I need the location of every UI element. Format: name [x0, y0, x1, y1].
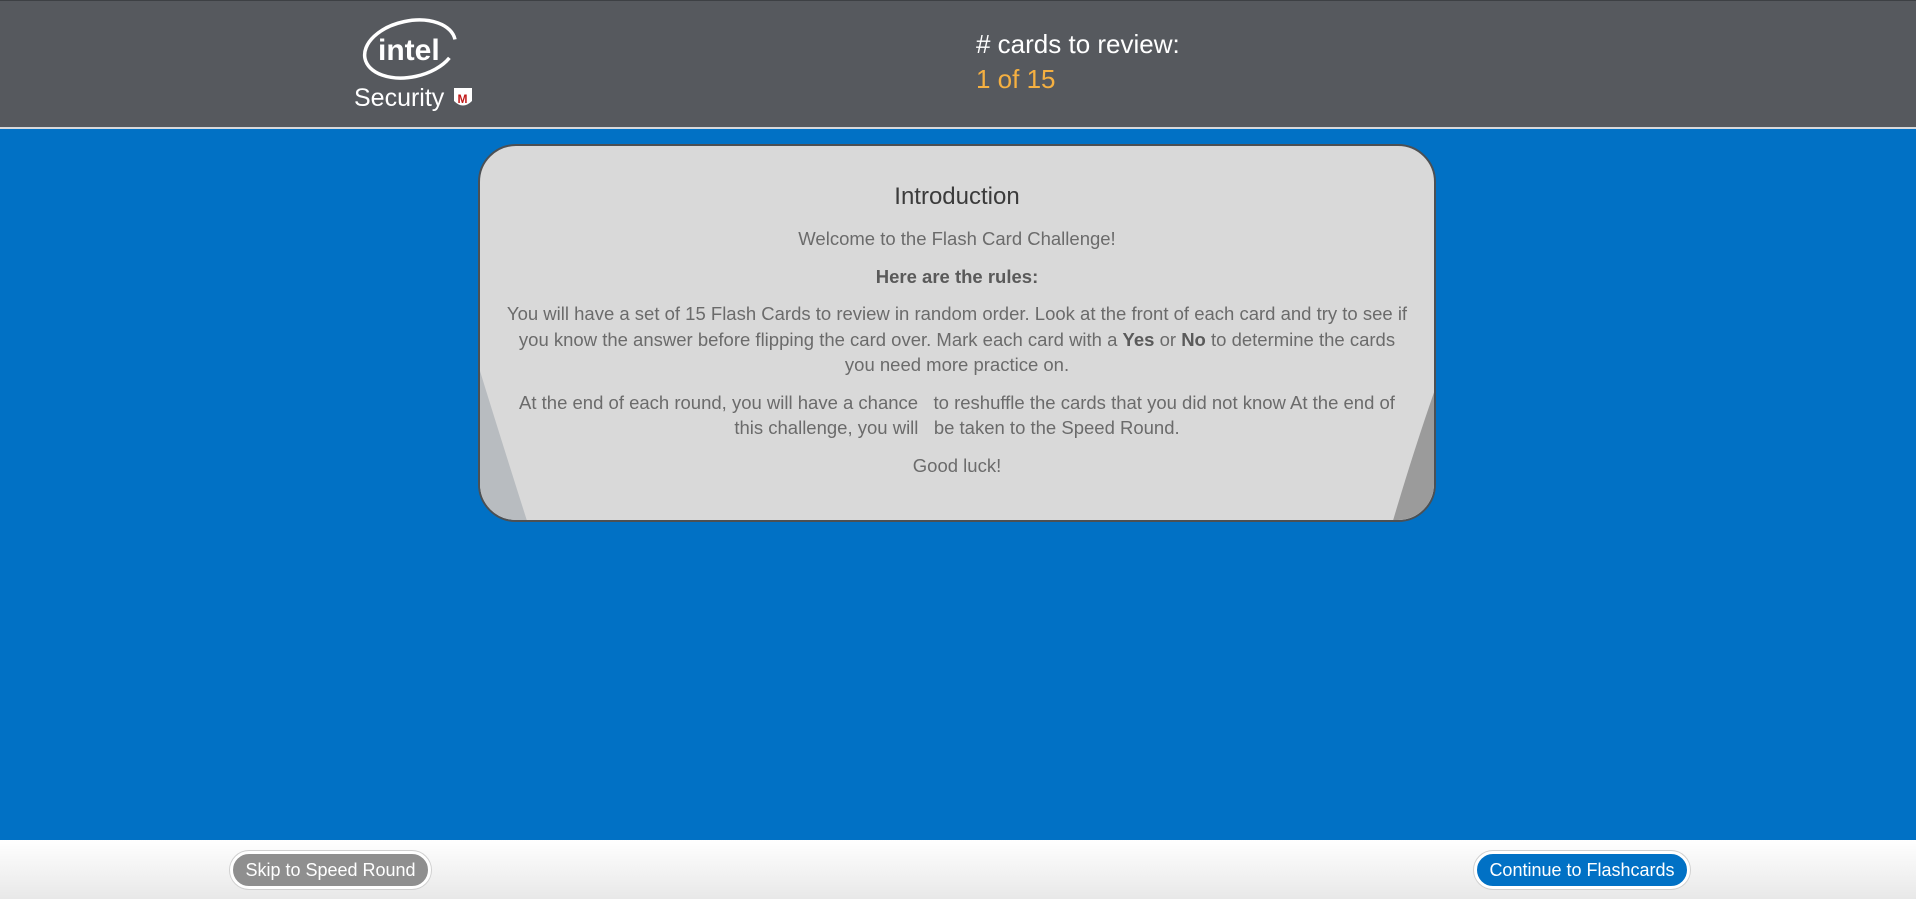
- skip-to-speed-round-button[interactable]: Skip to Speed Round: [230, 851, 431, 889]
- logo-badge-text: M: [458, 92, 468, 106]
- intro-card: Introduction Welcome to the Flash Card C…: [478, 144, 1436, 522]
- rules-paragraph-1: You will have a set of 15 Flash Cards to…: [504, 301, 1410, 378]
- cards-to-review-count: 1 of 15: [976, 64, 1056, 94]
- footer-bar: Skip to Speed Round Continue to Flashcar…: [0, 840, 1916, 899]
- rules-p1-or: or: [1154, 328, 1182, 350]
- cards-to-review-label: # cards to review:: [976, 29, 1180, 59]
- logo-sub-text: Security: [354, 84, 445, 112]
- rules-heading: Here are the rules:: [504, 264, 1410, 290]
- intel-security-logo: intel Security M: [350, 15, 480, 115]
- app-header: intel Security M # cards to review: 1 of…: [0, 0, 1916, 129]
- card-content: Introduction Welcome to the Flash Card C…: [504, 182, 1410, 490]
- good-luck-text: Good luck!: [912, 454, 1002, 476]
- continue-to-flashcards-button[interactable]: Continue to Flashcards: [1474, 851, 1690, 889]
- card-title: Introduction: [894, 183, 1020, 210]
- rules-heading-text: Here are the rules:: [875, 265, 1039, 287]
- rules-paragraph-2: At the end of each round, you will have …: [519, 391, 1401, 439]
- yes-term: Yes: [1122, 328, 1155, 350]
- welcome-text: Welcome to the Flash Card Challenge!: [798, 228, 1116, 249]
- no-term: No: [1181, 328, 1206, 350]
- logo-brand-text: intel: [378, 34, 440, 67]
